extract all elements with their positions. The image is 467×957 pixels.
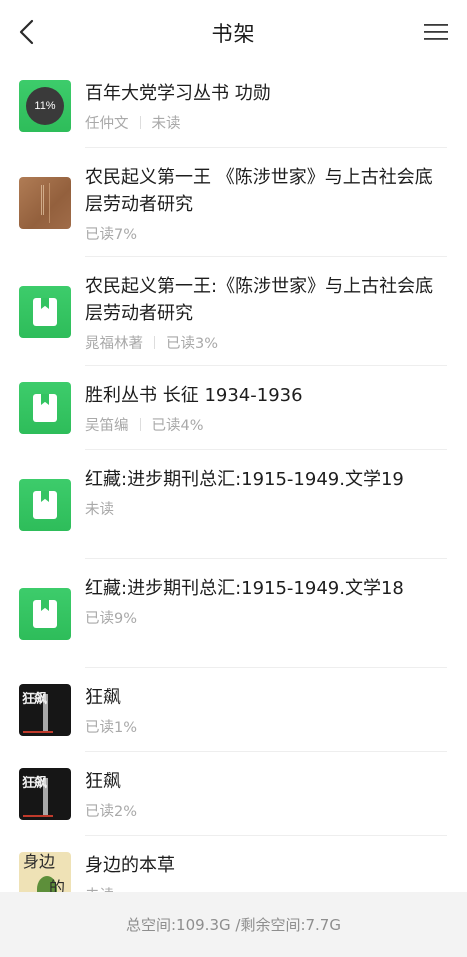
book-cover: 11% — [19, 80, 71, 132]
bookshelf-list[interactable]: 11% 百年大党学习丛书 功勋 任仲文 未读 农民起义第一王 《陈涉世家》与上古… — [0, 64, 467, 892]
book-title: 狂飙 — [85, 687, 121, 708]
book-icon — [33, 600, 57, 628]
book-author: 吴笛编 — [85, 418, 129, 434]
page-title: 书架 — [211, 22, 256, 46]
book-item[interactable]: 狂飙 狂飙 已读1% — [0, 668, 467, 752]
top-bar: 书架 — [0, 0, 467, 64]
cover-decoration — [49, 183, 50, 223]
book-status: 已读2% — [85, 804, 138, 820]
book-item[interactable]: 农民起义第一王 《陈涉世家》与上古社会底层劳动者研究 已读7% — [0, 148, 467, 257]
hamburger-menu-icon — [424, 24, 448, 40]
book-cover — [19, 382, 71, 434]
book-item[interactable]: 狂飙 狂飙 已读2% — [0, 752, 467, 836]
book-title: 胜利丛书 长征 1934-1936 — [85, 385, 303, 406]
cover-title: 狂飙 — [22, 776, 47, 791]
storage-info: 总空间:109.3G /剩余空间:7.7G — [126, 916, 341, 934]
cover-title: 狂飙 — [22, 692, 47, 707]
book-status: 未读 — [85, 502, 114, 518]
cover-title: 的 — [48, 878, 65, 892]
cover-decoration — [23, 731, 53, 733]
menu-button[interactable] — [419, 14, 453, 50]
book-cover — [19, 479, 71, 531]
book-icon — [33, 298, 57, 326]
book-status: 未读 — [85, 884, 114, 892]
book-title: 身边的本草 — [85, 855, 175, 876]
book-status: 已读9% — [85, 611, 138, 627]
book-cover — [19, 177, 71, 229]
book-item[interactable]: 11% 百年大党学习丛书 功勋 任仲文 未读 — [0, 64, 467, 148]
book-status: 已读7% — [85, 227, 138, 243]
storage-footer: 总空间:109.3G /剩余空间:7.7G — [0, 892, 467, 957]
book-icon — [33, 491, 57, 519]
cover-title: 身边 — [23, 852, 56, 871]
book-author: 任仲文 — [85, 116, 129, 132]
book-cover: 狂飙 — [19, 768, 71, 820]
cover-decoration — [41, 185, 44, 215]
meta-divider — [139, 418, 141, 431]
book-status: 已读4% — [151, 418, 204, 434]
book-title: 农民起义第一王:《陈涉世家》与上古社会底层劳动者研究 — [85, 276, 434, 324]
book-status: 已读1% — [85, 720, 138, 736]
book-cover: 身边 的 — [19, 852, 71, 892]
book-cover: 狂飙 — [19, 684, 71, 736]
book-title: 红藏:进步期刊总汇:1915-1949.文学19 — [85, 469, 404, 490]
reading-progress-indicator: 11% — [26, 87, 64, 125]
book-icon — [33, 394, 57, 422]
book-title: 农民起义第一王 《陈涉世家》与上古社会底层劳动者研究 — [85, 167, 433, 215]
book-item[interactable]: 红藏:进步期刊总汇:1915-1949.文学18 已读9% — [0, 559, 467, 668]
book-cover — [19, 588, 71, 640]
book-title: 狂飙 — [85, 771, 121, 792]
book-status: 未读 — [151, 116, 181, 132]
book-title: 红藏:进步期刊总汇:1915-1949.文学18 — [85, 578, 404, 599]
book-item[interactable]: 红藏:进步期刊总汇:1915-1949.文学19 未读 — [0, 450, 467, 559]
book-author: 晁福林著 — [85, 336, 143, 352]
book-title: 百年大党学习丛书 功勋 — [85, 83, 271, 104]
book-cover — [19, 286, 71, 338]
meta-divider — [139, 116, 141, 129]
cover-decoration — [23, 815, 53, 817]
book-item[interactable]: 胜利丛书 长征 1934-1936 吴笛编 已读4% — [0, 366, 467, 450]
book-status: 已读3% — [166, 336, 219, 352]
book-item[interactable]: 农民起义第一王:《陈涉世家》与上古社会底层劳动者研究 晁福林著 已读3% — [0, 257, 467, 366]
meta-divider — [154, 336, 155, 349]
book-item[interactable]: 身边 的 身边的本草 未读 — [0, 836, 467, 892]
